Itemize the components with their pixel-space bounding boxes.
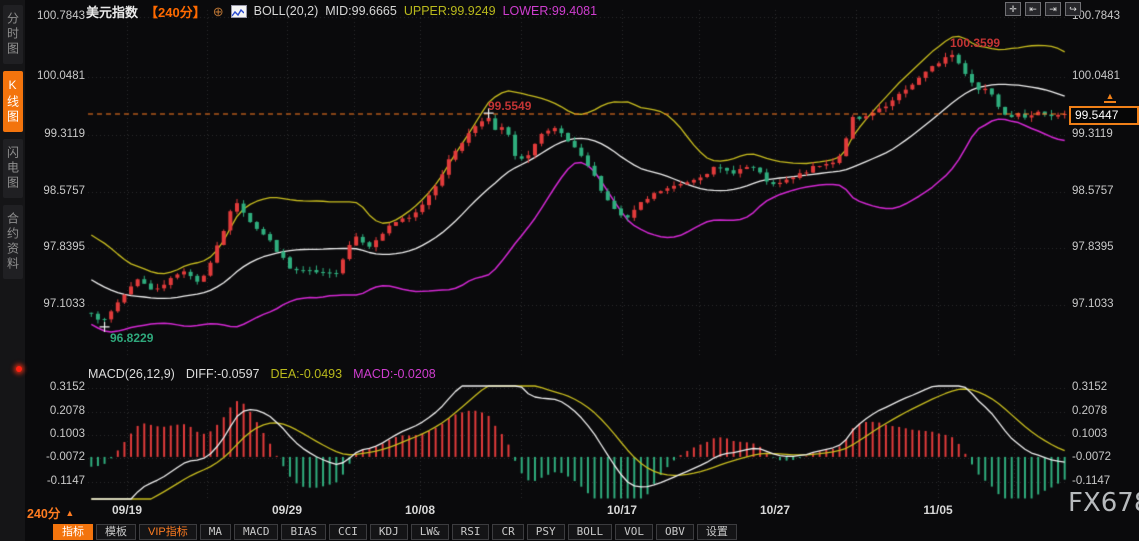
period-selector[interactable]: 240分 ▲ — [27, 503, 74, 522]
toolbar-tab-settings[interactable]: 设置 — [696, 524, 737, 540]
toolbar-tab-template[interactable]: 模板 — [96, 524, 136, 540]
toolbar-tab-macd[interactable]: MACD — [233, 524, 279, 540]
macd-diff-value: DIFF:-0.0597 — [185, 367, 260, 381]
price-axis-right-label: 97.1033 — [1072, 298, 1114, 310]
chart-controls: ✛ ⇤ ⇥ ↪ — [1005, 2, 1081, 16]
current-price-tag: 99.5447 — [1069, 106, 1139, 125]
toolbar-tab-cr[interactable]: CR — [492, 524, 524, 540]
toolbar-tab-boll[interactable]: BOLL — [567, 524, 613, 540]
shrink-x-axis-icon[interactable]: ⇤ — [1025, 2, 1041, 16]
boll-upper-value: UPPER:99.9249 — [403, 4, 496, 18]
candlestick-chart-canvas[interactable] — [0, 0, 1139, 541]
toolbar-tab-ma[interactable]: MA — [199, 524, 231, 540]
macd-axis-left-label: 0.2078 — [49, 405, 85, 417]
period-high-annotation: 100.3599 — [950, 36, 1001, 50]
sidebar-tab-kline-chart[interactable]: K线图 — [2, 71, 23, 132]
price-pin-icon[interactable]: ▲ — [1104, 91, 1116, 103]
x-axis-date-label: 10/17 — [606, 503, 638, 517]
price-axis-right-label: 100.7843 — [1072, 10, 1120, 22]
macd-dea-value: DEA:-0.0493 — [270, 367, 343, 381]
price-axis-right-label: 100.0481 — [1072, 70, 1120, 82]
macd-axis-right-label: -0.1147 — [1072, 475, 1111, 487]
price-axis-left-label: 100.7843 — [37, 10, 85, 22]
x-axis-date-label: 10/08 — [404, 503, 436, 517]
sidebar-tab-contract-info[interactable]: 合约资料 — [2, 205, 23, 279]
x-axis-date-label: 10/27 — [759, 503, 791, 517]
toolbar-tab-psy[interactable]: PSY — [526, 524, 565, 540]
toolbar-tab-vip-indicator[interactable]: VIP指标 — [139, 524, 197, 540]
price-axis-left-label: 97.1033 — [43, 298, 85, 310]
macd-axis-right-label: 0.2078 — [1072, 405, 1108, 417]
price-axis-right-label: 97.8395 — [1072, 241, 1114, 253]
x-axis-date-label: 09/29 — [271, 503, 303, 517]
period-text: 240分 — [27, 507, 61, 521]
macd-axis-left-label: 0.3152 — [49, 381, 85, 393]
brand-watermark: FX678 — [1068, 488, 1139, 518]
target-icon[interactable]: ⊕ — [213, 5, 224, 18]
toolbar-tab-cci[interactable]: CCI — [328, 524, 367, 540]
macd-axis-right-label: 0.3152 — [1072, 381, 1108, 393]
swing-high-annotation: 99.5549 — [488, 99, 532, 113]
sidebar-tab-time-chart[interactable]: 分时图 — [2, 5, 23, 64]
chart-title-bar: 美元指数 【240分】 ⊕ BOLL(20,2) MID:99.6665 UPP… — [86, 3, 598, 20]
chevron-up-icon: ▲ — [65, 507, 75, 518]
macd-axis-left-label: 0.1003 — [49, 428, 85, 440]
alert-icon — [16, 366, 22, 372]
toolbar-tab-vol[interactable]: VOL — [615, 524, 653, 540]
boll-mid-value: MID:99.6665 — [325, 4, 397, 18]
macd-macd-value: MACD:-0.0208 — [353, 367, 436, 381]
price-axis-right-label: 98.5757 — [1072, 185, 1114, 197]
trading-app-window: 分时图 K线图 闪电图 合约资料 美元指数 【240分】 ⊕ BOLL(20,2… — [0, 0, 1139, 541]
macd-params-label: MACD(26,12,9) — [88, 367, 175, 381]
macd-header: MACD(26,12,9) DIFF:-0.0597 DEA:-0.0493 M… — [88, 367, 436, 381]
macd-axis-right-label: 0.1003 — [1072, 428, 1108, 440]
toolbar-tab-bias[interactable]: BIAS — [281, 524, 326, 540]
exit-chart-icon[interactable]: ↪ — [1065, 2, 1081, 16]
price-axis-left-label: 99.3119 — [44, 128, 85, 140]
period-low-annotation: 96.8229 — [110, 331, 154, 345]
symbol-title: 美元指数 — [86, 4, 139, 20]
pan-icon[interactable]: ✛ — [1005, 2, 1021, 16]
toolbar-tab-kdj[interactable]: KDJ — [369, 524, 408, 540]
expand-x-axis-icon[interactable]: ⇥ — [1045, 2, 1061, 16]
toolbar-tab-lw[interactable]: LW& — [410, 524, 449, 540]
price-axis-right-label: 99.3119 — [1072, 128, 1113, 140]
macd-axis-right-label: -0.0072 — [1072, 451, 1112, 463]
mini-chart-icon[interactable] — [230, 4, 247, 18]
price-axis-left-label: 98.5757 — [43, 185, 85, 197]
x-axis-date-label: 11/05 — [923, 503, 953, 517]
toolbar-tab-indicator[interactable]: 指标 — [53, 524, 93, 540]
indicator-toolbar: 指标 模板 VIP指标 MA MACD BIAS CCI KDJ LW& RSI… — [53, 524, 737, 540]
sidebar-tab-lightning-chart[interactable]: 闪电图 — [2, 139, 23, 198]
toolbar-tab-rsi[interactable]: RSI — [451, 524, 490, 540]
price-axis-left-label: 97.8395 — [43, 241, 85, 253]
left-sidebar: 分时图 K线图 闪电图 合约资料 — [0, 0, 25, 541]
toolbar-tab-obv[interactable]: OBV — [655, 524, 694, 540]
period-label: 【240分】 — [145, 4, 206, 20]
boll-lower-value: LOWER:99.4081 — [502, 4, 598, 18]
x-axis-date-label: 09/19 — [111, 503, 143, 517]
macd-axis-left-label: -0.0072 — [45, 451, 85, 463]
boll-params-label: BOLL(20,2) — [253, 4, 319, 18]
price-axis-left-label: 100.0481 — [37, 70, 85, 82]
macd-axis-left-label: -0.1147 — [46, 475, 85, 487]
